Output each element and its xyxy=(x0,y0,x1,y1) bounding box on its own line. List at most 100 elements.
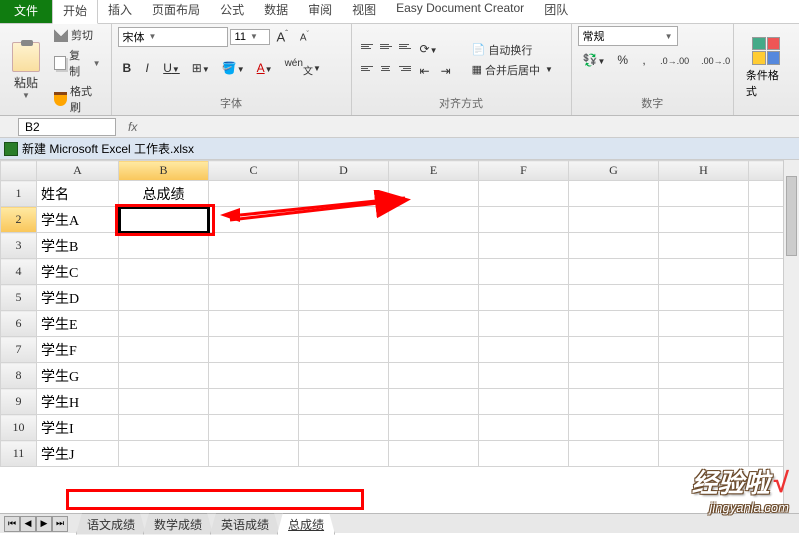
sheet-nav-prev[interactable]: ◀ xyxy=(20,516,36,532)
cell[interactable] xyxy=(479,285,569,311)
sheet-tab[interactable]: 语文成绩 xyxy=(76,513,146,535)
percent-button[interactable]: % xyxy=(612,50,633,70)
cell[interactable] xyxy=(479,259,569,285)
cell[interactable]: 学生G xyxy=(37,363,119,389)
orientation-button[interactable]: ⟳▼ xyxy=(415,39,443,59)
cell[interactable] xyxy=(479,337,569,363)
cell[interactable] xyxy=(569,181,659,207)
row-header[interactable]: 4 xyxy=(1,259,37,285)
cell[interactable] xyxy=(569,207,659,233)
ribbon-tab[interactable]: 插入 xyxy=(98,0,142,23)
font-name-combo[interactable]: 宋体▼ xyxy=(118,27,228,47)
cell[interactable] xyxy=(119,337,209,363)
cell[interactable] xyxy=(479,415,569,441)
sheet-tab[interactable]: 数学成绩 xyxy=(143,513,213,535)
cell[interactable] xyxy=(479,233,569,259)
cell[interactable] xyxy=(569,441,659,467)
cell[interactable] xyxy=(209,337,299,363)
ribbon-tab[interactable]: 数据 xyxy=(254,0,298,23)
paste-button[interactable]: 粘贴 ▼ xyxy=(6,40,46,102)
decrease-font-button[interactable]: Aˇ xyxy=(295,28,314,46)
cell[interactable] xyxy=(389,207,479,233)
cell[interactable]: 学生C xyxy=(37,259,119,285)
number-format-combo[interactable]: 常规▼ xyxy=(578,26,678,46)
cell[interactable] xyxy=(299,259,389,285)
cell[interactable] xyxy=(479,441,569,467)
wrap-text-button[interactable]: 📄自动换行 xyxy=(468,41,557,59)
cell[interactable] xyxy=(479,207,569,233)
cell[interactable] xyxy=(209,389,299,415)
cell[interactable] xyxy=(299,389,389,415)
cell[interactable] xyxy=(209,311,299,337)
cell[interactable] xyxy=(389,415,479,441)
sheet-tab[interactable]: 英语成绩 xyxy=(210,513,280,535)
cell[interactable] xyxy=(479,363,569,389)
cell[interactable]: 学生A xyxy=(37,207,119,233)
cell[interactable] xyxy=(119,389,209,415)
row-header[interactable]: 3 xyxy=(1,233,37,259)
row-header[interactable]: 6 xyxy=(1,311,37,337)
cell[interactable] xyxy=(659,389,749,415)
cell[interactable] xyxy=(659,207,749,233)
underline-button[interactable]: U▼ xyxy=(158,58,185,78)
cell[interactable] xyxy=(659,259,749,285)
fx-label[interactable]: fx xyxy=(116,120,149,134)
row-header[interactable]: 7 xyxy=(1,337,37,363)
conditional-format-button[interactable]: 条件格式 xyxy=(740,35,793,101)
cell[interactable] xyxy=(119,207,209,233)
merge-center-button[interactable]: ▦合并后居中▼ xyxy=(468,61,557,79)
align-left-button[interactable] xyxy=(358,61,376,77)
font-color-button[interactable]: A▼ xyxy=(252,58,278,78)
cell[interactable]: 学生I xyxy=(37,415,119,441)
cell[interactable] xyxy=(569,337,659,363)
format-painter-button[interactable]: 格式刷 xyxy=(50,82,105,116)
cell[interactable] xyxy=(479,311,569,337)
column-header[interactable]: A xyxy=(37,161,119,181)
cell[interactable]: 学生E xyxy=(37,311,119,337)
copy-button[interactable]: 复制▼ xyxy=(50,46,105,80)
cell[interactable] xyxy=(209,441,299,467)
align-top-button[interactable] xyxy=(358,39,376,55)
column-header[interactable]: H xyxy=(659,161,749,181)
cell[interactable] xyxy=(659,337,749,363)
ribbon-tab[interactable]: 公式 xyxy=(210,0,254,23)
scrollbar-thumb[interactable] xyxy=(786,176,797,256)
ribbon-tab[interactable]: 团队 xyxy=(534,0,578,23)
decrease-indent-button[interactable]: ⇤ xyxy=(415,61,435,81)
cell[interactable] xyxy=(569,233,659,259)
column-header[interactable]: F xyxy=(479,161,569,181)
cut-button[interactable]: 剪切 xyxy=(50,26,105,44)
cell[interactable]: 学生J xyxy=(37,441,119,467)
cell[interactable]: 学生D xyxy=(37,285,119,311)
align-middle-button[interactable] xyxy=(377,39,395,55)
row-header[interactable]: 10 xyxy=(1,415,37,441)
column-header[interactable]: C xyxy=(209,161,299,181)
row-header[interactable]: 1 xyxy=(1,181,37,207)
increase-indent-button[interactable]: ⇥ xyxy=(436,61,456,81)
comma-button[interactable]: , xyxy=(635,50,653,70)
file-tab[interactable]: 文件 xyxy=(0,0,52,23)
cell[interactable] xyxy=(389,233,479,259)
cell[interactable] xyxy=(569,415,659,441)
cell[interactable] xyxy=(659,311,749,337)
cell[interactable] xyxy=(119,285,209,311)
cell[interactable] xyxy=(299,415,389,441)
cell[interactable] xyxy=(659,363,749,389)
ribbon-tab[interactable]: 审阅 xyxy=(298,0,342,23)
cell[interactable]: 学生F xyxy=(37,337,119,363)
cell[interactable]: 姓名 xyxy=(37,181,119,207)
cell[interactable] xyxy=(119,311,209,337)
cell[interactable]: 学生B xyxy=(37,233,119,259)
cell[interactable] xyxy=(299,285,389,311)
cell[interactable] xyxy=(299,363,389,389)
cell[interactable] xyxy=(389,337,479,363)
cell[interactable] xyxy=(389,181,479,207)
cell[interactable] xyxy=(479,181,569,207)
cell[interactable] xyxy=(659,233,749,259)
ribbon-tab[interactable]: 开始 xyxy=(52,0,98,24)
cell[interactable] xyxy=(389,259,479,285)
ribbon-tab[interactable]: 视图 xyxy=(342,0,386,23)
cell[interactable] xyxy=(299,181,389,207)
cell[interactable] xyxy=(389,441,479,467)
cell[interactable] xyxy=(209,233,299,259)
